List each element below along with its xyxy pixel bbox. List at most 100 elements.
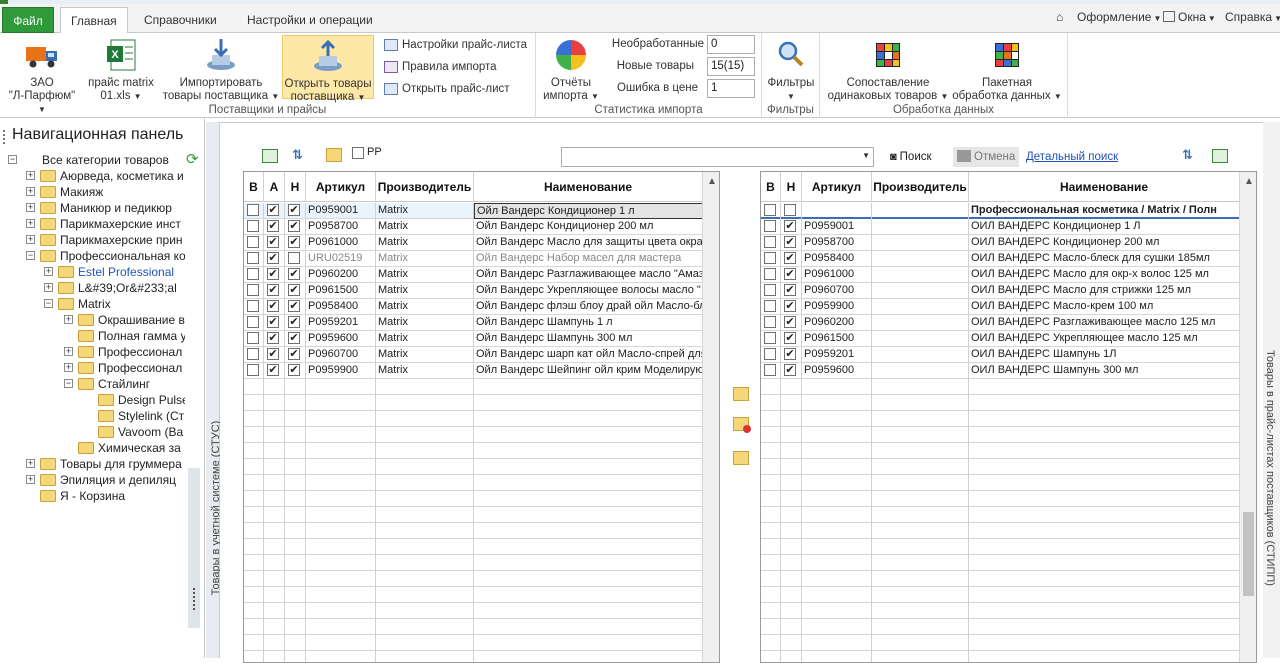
col-header-a[interactable]: А: [264, 172, 285, 202]
table-cell[interactable]: [285, 491, 306, 507]
checkbox-checked[interactable]: ✔: [267, 220, 279, 232]
pp-checkbox[interactable]: [352, 147, 364, 159]
checkbox[interactable]: [247, 236, 259, 248]
checkbox-checked[interactable]: ✔: [288, 300, 300, 312]
checkbox[interactable]: [764, 316, 776, 328]
col-header-manufacturer[interactable]: Производитель: [376, 172, 474, 202]
table-cell[interactable]: ✔: [264, 283, 285, 299]
checkbox-checked[interactable]: ✔: [288, 236, 300, 248]
table-cell[interactable]: [761, 539, 781, 555]
expand-icon[interactable]: +: [44, 283, 53, 292]
table-row[interactable]: [244, 651, 703, 662]
price-list-settings-button[interactable]: Настройки прайс-листа: [384, 36, 527, 54]
tree-node[interactable]: + Маникюр и педикюр: [0, 200, 185, 216]
tree-node[interactable]: − Профессиональная ко: [0, 248, 185, 264]
table-cell[interactable]: [781, 635, 802, 651]
table-cell[interactable]: [761, 491, 781, 507]
table-row[interactable]: [244, 587, 703, 603]
table-cell[interactable]: [781, 475, 802, 491]
col-header-name[interactable]: Наименование: [969, 172, 1240, 202]
table-cell[interactable]: [781, 379, 802, 395]
checkbox-checked[interactable]: ✔: [267, 300, 279, 312]
table-cell[interactable]: [761, 571, 781, 587]
table-cell[interactable]: ✔: [264, 219, 285, 235]
tree-node[interactable]: + Estel Professional: [0, 264, 185, 280]
table-cell[interactable]: [285, 411, 306, 427]
checkbox[interactable]: [247, 316, 259, 328]
table-cell[interactable]: ✔: [781, 267, 802, 283]
table-cell[interactable]: ✔: [285, 283, 306, 299]
open-price-list-button[interactable]: Открыть прайс-лист: [384, 80, 510, 98]
table-cell[interactable]: [761, 651, 781, 662]
checkbox-checked[interactable]: ✔: [784, 316, 796, 328]
checkbox[interactable]: [764, 364, 776, 376]
table-cell[interactable]: ✔: [781, 331, 802, 347]
checkbox-checked[interactable]: ✔: [267, 364, 279, 376]
table-cell[interactable]: [244, 507, 264, 523]
table-cell[interactable]: [761, 475, 781, 491]
table-cell[interactable]: [761, 283, 781, 299]
table-cell[interactable]: [244, 267, 264, 283]
checkbox[interactable]: [764, 348, 776, 360]
table-cell[interactable]: [285, 427, 306, 443]
table-cell[interactable]: [264, 507, 285, 523]
expand-icon[interactable]: +: [26, 203, 35, 212]
filters-button[interactable]: Фильтры ▼: [765, 35, 817, 103]
table-cell[interactable]: [761, 427, 781, 443]
table-row[interactable]: ✔ P0958700 ОИЛ ВАНДЕРС Кондиционер 200 мл: [761, 235, 1240, 251]
expand-icon[interactable]: +: [26, 235, 35, 244]
table-cell[interactable]: [264, 411, 285, 427]
expand-icon[interactable]: +: [64, 363, 73, 372]
table-row[interactable]: [244, 635, 703, 651]
menu-windows[interactable]: Окна ▼: [1163, 10, 1216, 24]
table-row[interactable]: [761, 619, 1240, 635]
checkbox-checked[interactable]: ✔: [267, 332, 279, 344]
tree-node[interactable]: − Matrix: [0, 296, 185, 312]
expand-icon[interactable]: +: [26, 187, 35, 196]
checkbox-checked[interactable]: ✔: [784, 284, 796, 296]
table-row[interactable]: ✔ ✔ P0960700 Matrix Ойл Вандерс шарп кат ойл…: [244, 347, 703, 363]
expand-icon[interactable]: +: [64, 347, 73, 356]
checkbox[interactable]: [247, 252, 259, 264]
col-header-name[interactable]: Наименование: [474, 172, 703, 202]
table-row[interactable]: ✔ ✔ P0958400 Matrix Ойл Вандерс флэш блоу др…: [244, 299, 703, 315]
price-list-button[interactable]: X прайс matrix 01.xls ▼: [84, 35, 158, 103]
tree-node[interactable]: + Макияж: [0, 184, 185, 200]
cancel-button[interactable]: Отмена: [953, 147, 1020, 167]
checkbox-checked[interactable]: ✔: [784, 364, 796, 376]
table-cell[interactable]: [285, 571, 306, 587]
table-cell[interactable]: [761, 203, 781, 219]
collapse-ribbon-icon[interactable]: ⌂: [1056, 10, 1063, 24]
import-reports-button[interactable]: Отчёты импорта ▼: [540, 35, 602, 103]
table-cell[interactable]: ✔: [264, 363, 285, 379]
table-cell[interactable]: [761, 443, 781, 459]
table-cell[interactable]: [244, 379, 264, 395]
tree-node[interactable]: + Аюрведа, косметика и: [0, 168, 185, 184]
menu-help[interactable]: Справка ▼: [1225, 10, 1280, 24]
table-cell[interactable]: [285, 651, 306, 662]
expand-icon[interactable]: +: [64, 315, 73, 324]
table-cell[interactable]: ✔: [781, 315, 802, 331]
table-row[interactable]: [244, 539, 703, 555]
table-row[interactable]: [761, 475, 1240, 491]
checkbox[interactable]: [764, 268, 776, 280]
table-row[interactable]: [761, 427, 1240, 443]
export-green-icon[interactable]: [262, 149, 278, 163]
checkbox-checked[interactable]: ✔: [288, 332, 300, 344]
checkbox-checked[interactable]: ✔: [784, 348, 796, 360]
table-row[interactable]: [244, 555, 703, 571]
table-cell[interactable]: [244, 427, 264, 443]
table-cell[interactable]: [244, 235, 264, 251]
collapse-icon[interactable]: −: [26, 251, 35, 260]
table-row[interactable]: ✔ URU02519 Matrix Ойл Вандерс Набор масел д…: [244, 251, 703, 267]
table-cell[interactable]: ✔: [264, 299, 285, 315]
tab-references[interactable]: Справочники: [134, 7, 227, 33]
table-cell[interactable]: [761, 555, 781, 571]
table-cell[interactable]: ✔: [285, 299, 306, 315]
table-row[interactable]: [761, 587, 1240, 603]
table-row[interactable]: ✔ ✔ P0959001 Matrix Ойл Вандерс Кондиционер …: [244, 203, 703, 219]
table-cell[interactable]: [244, 459, 264, 475]
table-cell[interactable]: [781, 555, 802, 571]
table-row[interactable]: [761, 395, 1240, 411]
vertical-scrollbar[interactable]: ▲: [1239, 172, 1256, 662]
